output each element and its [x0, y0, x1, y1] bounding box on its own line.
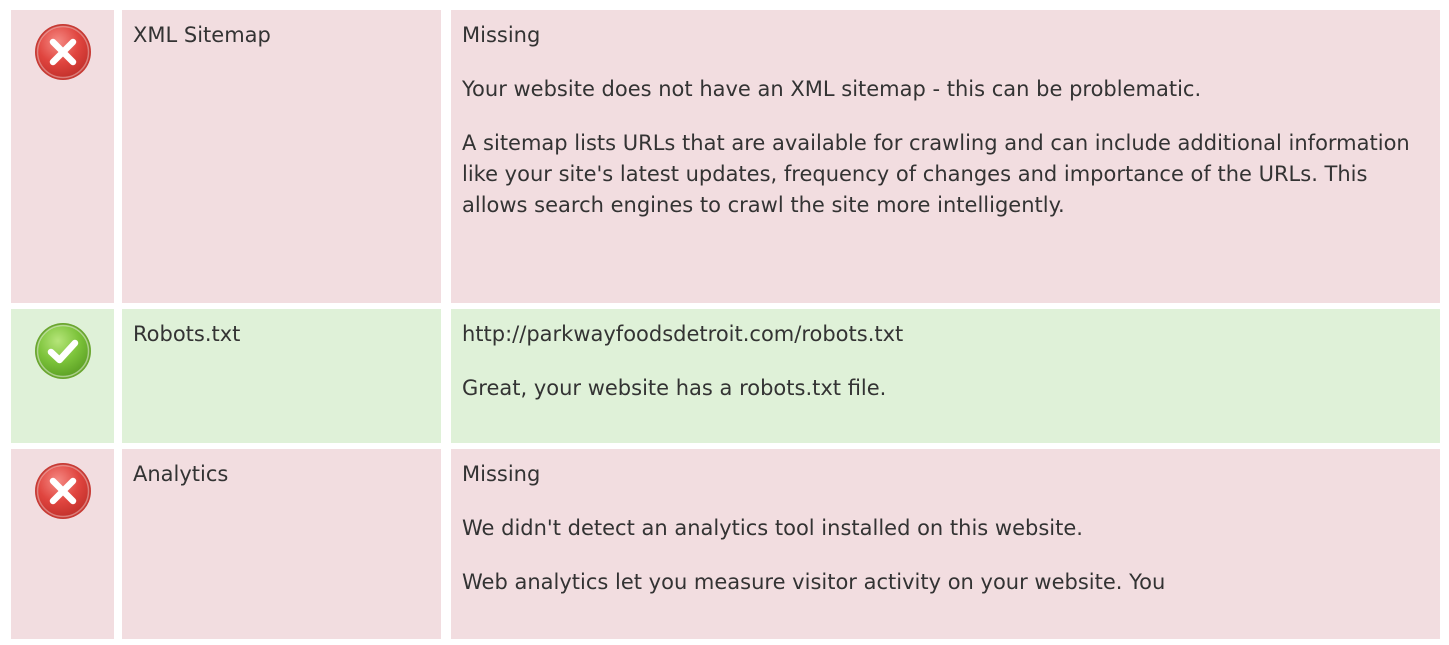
check-summary: Your website does not have an XML sitema… — [462, 77, 1202, 101]
check-details: http://parkwayfoodsdetroit.com/robots.tx… — [451, 309, 1440, 443]
check-value: http://parkwayfoodsdetroit.com/robots.tx… — [462, 322, 904, 346]
seo-checks-table: XML Sitemap Missing Your website does no… — [11, 10, 1440, 645]
check-details: Missing We didn't detect an analytics to… — [451, 449, 1440, 639]
check-row-analytics: Analytics Missing We didn't detect an an… — [11, 449, 1440, 639]
check-row-robots-txt: Robots.txt http://parkwayfoodsdetroit.co… — [11, 309, 1440, 443]
check-row-xml-sitemap: XML Sitemap Missing Your website does no… — [11, 10, 1440, 303]
check-summary: Great, your website has a robots.txt fil… — [462, 376, 887, 400]
check-details: Missing Your website does not have an XM… — [451, 10, 1440, 303]
error-icon — [33, 22, 93, 82]
check-explanation: Web analytics let you measure visitor ac… — [462, 570, 1166, 594]
check-summary: We didn't detect an analytics tool insta… — [462, 516, 1083, 540]
check-value: Missing — [462, 462, 541, 486]
status-cell — [11, 309, 114, 443]
error-icon — [33, 461, 93, 521]
check-explanation: A sitemap lists URLs that are available … — [462, 131, 1410, 217]
status-cell — [11, 449, 114, 639]
success-icon — [33, 321, 93, 381]
status-cell — [11, 10, 114, 303]
check-name: Robots.txt — [122, 309, 441, 443]
check-value: Missing — [462, 23, 541, 47]
check-name: XML Sitemap — [122, 10, 441, 303]
check-name: Analytics — [122, 449, 441, 639]
